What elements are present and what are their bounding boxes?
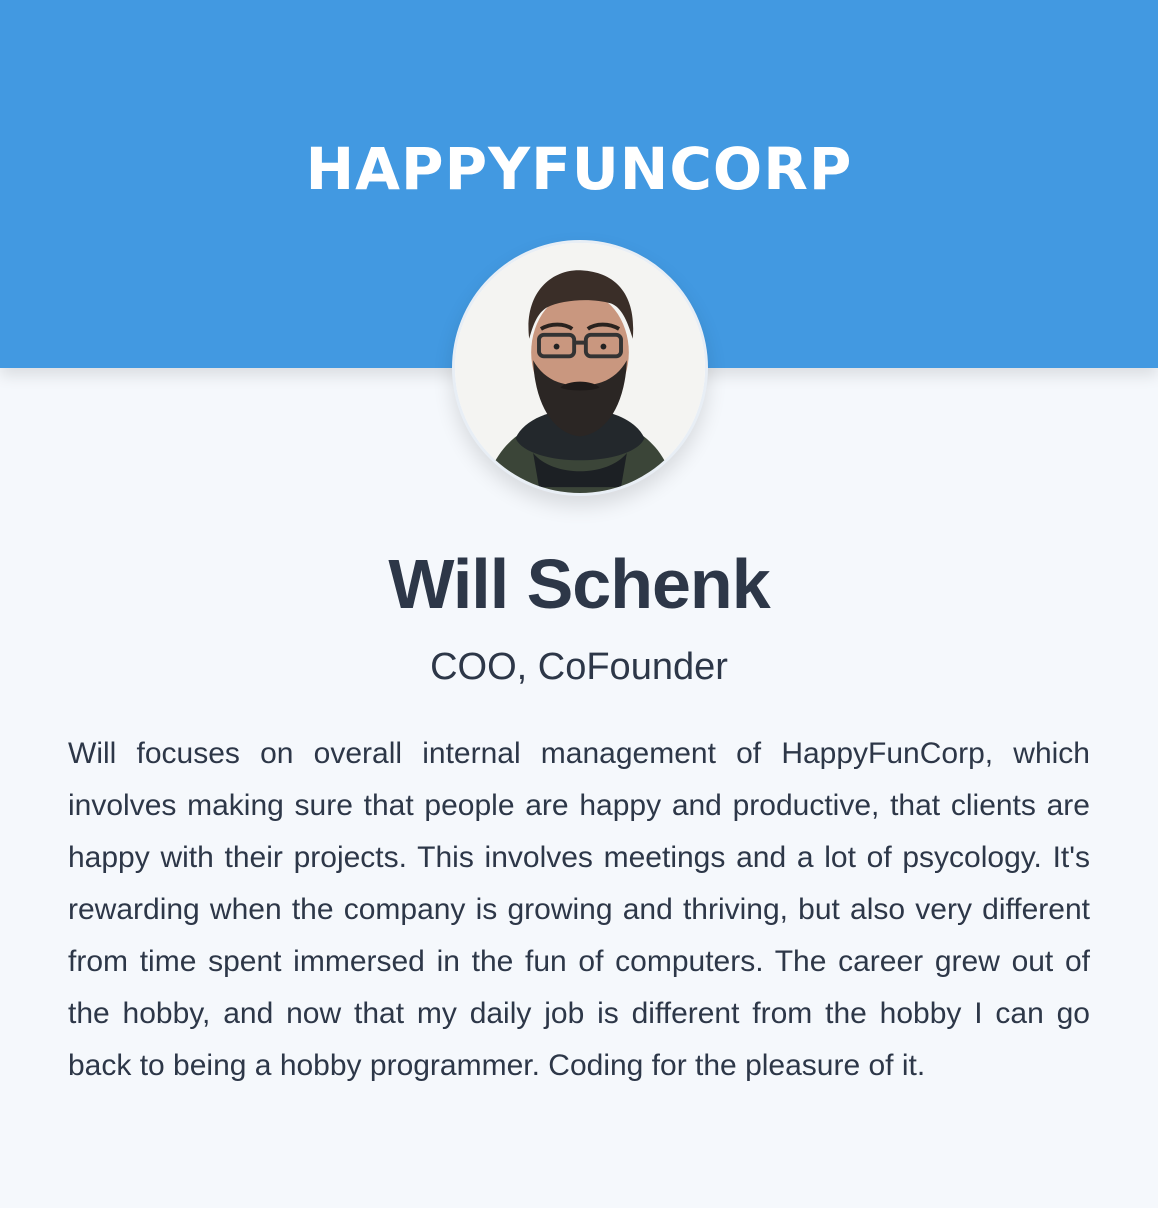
profile-title: COO, CoFounder [430,646,728,688]
avatar-photo [455,243,705,493]
company-logo[interactable]: HAPPYFUNCORP [0,134,1158,204]
avatar [452,240,708,496]
profile-name: Will Schenk [388,545,770,623]
profile-bio: Will focuses on overall internal managem… [68,737,1090,1082]
